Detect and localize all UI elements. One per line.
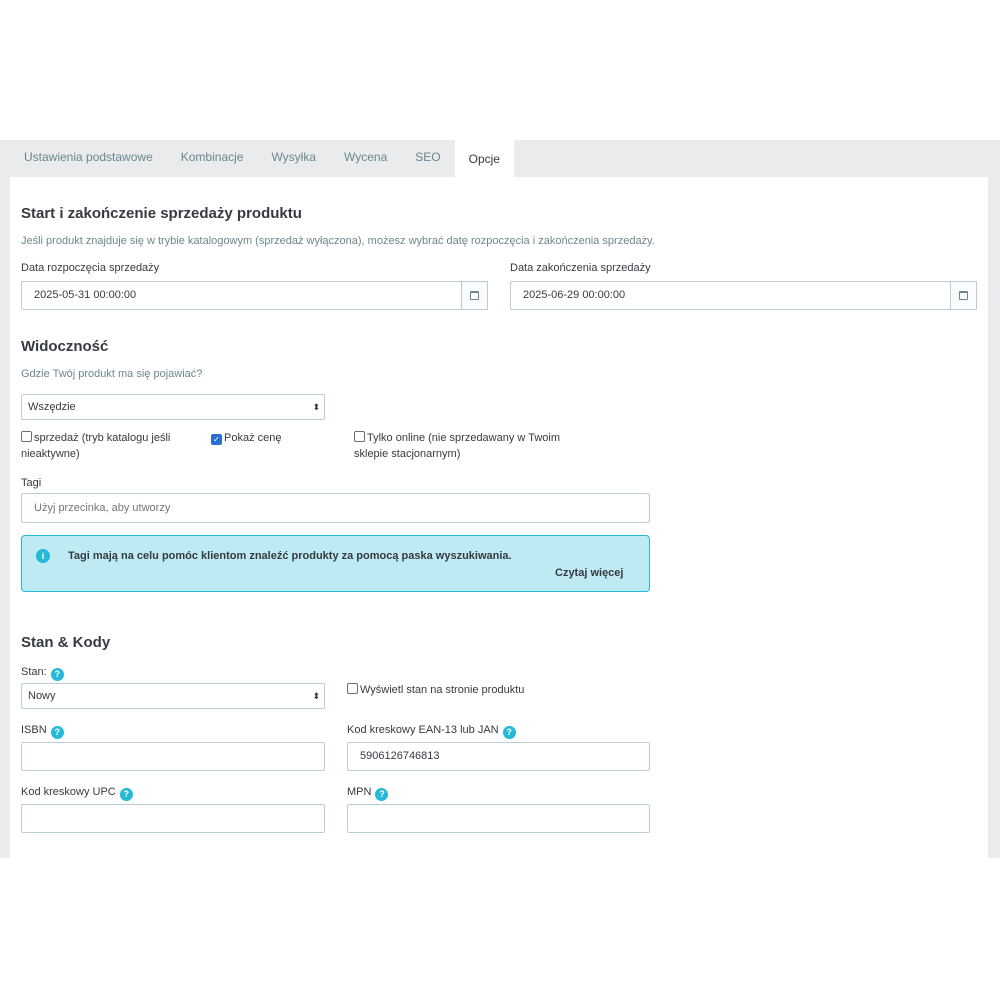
visibility-help: Gdzie Twój produkt ma się pojawiać? <box>21 368 203 380</box>
sale-start-date-group: 2025-05-31 00:00:00 <box>21 281 488 310</box>
product-options-panel: Ustawienia podstawowe Kombinacje Wysyłka… <box>0 140 1000 858</box>
tab-basic-settings[interactable]: Ustawienia podstawowe <box>10 140 167 177</box>
tab-content: Start i zakończenie sprzedaży produktu J… <box>10 177 988 858</box>
checkbox-show-price-label: Pokaż cenę <box>224 432 282 444</box>
tags-input[interactable] <box>21 493 650 523</box>
mpn-label-row: MPN? <box>347 786 389 801</box>
checkbox-online-only[interactable]: Tylko online (nie sprzedawany w Twoim sk… <box>354 430 569 462</box>
sale-dates-help: Jeśli produkt znajduje się w trybie kata… <box>21 235 655 247</box>
condition-codes-title: Stan & Kody <box>21 634 111 651</box>
help-icon[interactable]: ? <box>119 788 133 801</box>
visibility-title: Widoczność <box>21 338 109 355</box>
ean-input[interactable]: 5906126746813 <box>347 742 650 771</box>
upc-input[interactable] <box>21 804 325 833</box>
calendar-icon <box>959 291 968 300</box>
sale-end-date-group: 2025-06-29 00:00:00 <box>510 281 977 310</box>
sale-end-label: Data zakończenia sprzedaży <box>510 262 651 274</box>
upc-label-row: Kod kreskowy UPC? <box>21 786 133 801</box>
isbn-label-row: ISBN? <box>21 724 64 739</box>
checkbox-show-condition-label: Wyświetl stan na stronie produktu <box>360 684 525 696</box>
checkbox-sale-box[interactable] <box>21 431 32 442</box>
sale-start-date-input[interactable]: 2025-05-31 00:00:00 <box>21 281 462 310</box>
tags-info-text: Tagi mają na celu pomóc klientom znaleźć… <box>68 550 512 562</box>
condition-label-row: Stan:? <box>21 666 64 681</box>
condition-select[interactable]: Nowy ⬍ <box>21 683 325 709</box>
help-icon[interactable]: ? <box>50 668 64 681</box>
tab-options[interactable]: Opcje <box>454 140 514 177</box>
mpn-label: MPN <box>347 786 372 798</box>
checkbox-show-price-box[interactable]: ✓ <box>211 434 222 445</box>
help-icon[interactable]: ? <box>50 726 64 739</box>
condition-label: Stan: <box>21 666 47 678</box>
checkbox-show-condition-box[interactable] <box>347 683 358 694</box>
visibility-select[interactable]: Wszędzie ⬍ <box>21 394 325 420</box>
checkbox-online-only-box[interactable] <box>354 431 365 442</box>
checkbox-online-only-label: Tylko online (nie sprzedawany w Twoim sk… <box>354 432 560 460</box>
tags-label: Tagi <box>21 477 42 489</box>
upc-label: Kod kreskowy UPC <box>21 786 116 798</box>
sale-end-calendar-button[interactable] <box>950 281 977 310</box>
select-arrows-icon: ⬍ <box>312 402 320 412</box>
checkbox-sale[interactable]: sprzedaż (tryb katalogu jeśli nieaktywne… <box>21 430 196 462</box>
sale-start-calendar-button[interactable] <box>461 281 488 310</box>
checkbox-show-price[interactable]: ✓ Pokaż cenę <box>211 430 331 446</box>
ean-label-row: Kod kreskowy EAN-13 lub JAN? <box>347 724 516 739</box>
calendar-icon <box>470 291 479 300</box>
info-icon: i <box>36 549 50 563</box>
help-icon[interactable]: ? <box>502 726 516 739</box>
tab-shipping[interactable]: Wysyłka <box>257 140 330 177</box>
ean-label: Kod kreskowy EAN-13 lub JAN <box>347 724 499 736</box>
tags-info-alert: i Tagi mają na celu pomóc klientom znale… <box>21 535 650 592</box>
isbn-input[interactable] <box>21 742 325 771</box>
checkbox-sale-label: sprzedaż (tryb katalogu jeśli nieaktywne… <box>21 432 171 460</box>
visibility-select-value: Wszędzie <box>28 401 76 413</box>
select-arrows-icon: ⬍ <box>312 691 320 701</box>
checkbox-show-condition[interactable]: Wyświetl stan na stronie produktu <box>347 682 597 698</box>
isbn-label: ISBN <box>21 724 47 736</box>
mpn-input[interactable] <box>347 804 650 833</box>
sale-end-date-input[interactable]: 2025-06-29 00:00:00 <box>510 281 951 310</box>
condition-select-value: Nowy <box>28 690 56 702</box>
sale-dates-title: Start i zakończenie sprzedaży produktu <box>21 205 302 222</box>
help-icon[interactable]: ? <box>375 788 389 801</box>
tab-seo[interactable]: SEO <box>401 140 454 177</box>
read-more-link[interactable]: Czytaj więcej <box>555 567 623 579</box>
tab-bar: Ustawienia podstawowe Kombinacje Wysyłka… <box>10 140 514 177</box>
tab-combinations[interactable]: Kombinacje <box>167 140 258 177</box>
tab-pricing[interactable]: Wycena <box>330 140 401 177</box>
sale-start-label: Data rozpoczęcia sprzedaży <box>21 262 160 274</box>
